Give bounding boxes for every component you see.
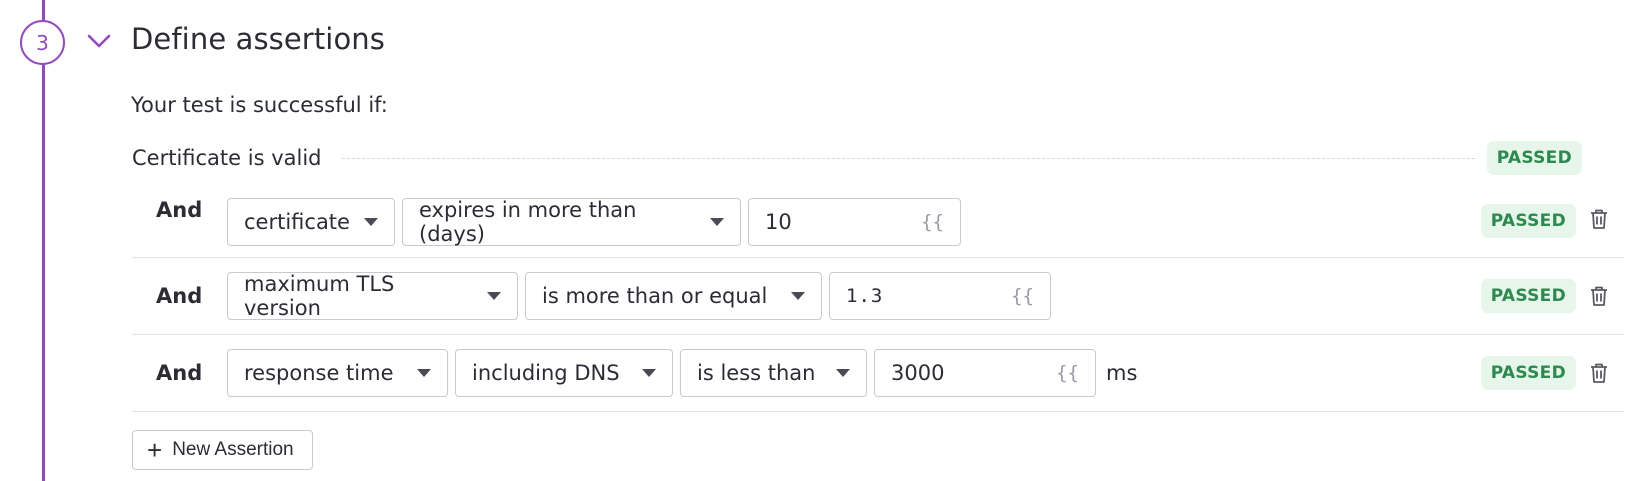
- caret-down-icon: [642, 369, 656, 377]
- caret-down-icon: [791, 292, 805, 300]
- caret-down-icon: [836, 369, 850, 377]
- new-assertion-label: New Assertion: [172, 439, 294, 460]
- field-select[interactable]: certificate: [227, 198, 395, 246]
- value-input-text: 1.3: [846, 285, 884, 307]
- assertion-row: And response time including DNS is less …: [132, 335, 1624, 412]
- assertion-list: And certificate expires in more than (da…: [132, 188, 1624, 412]
- caret-down-icon: [364, 218, 378, 226]
- subfield-select-value: including DNS: [472, 361, 620, 385]
- intro-text: Your test is successful if:: [131, 93, 388, 117]
- trash-icon[interactable]: [1584, 281, 1614, 311]
- operator-select[interactable]: is more than or equal: [525, 272, 822, 320]
- status-badge: PASSED: [1480, 356, 1576, 390]
- step-number-badge: 3: [20, 20, 65, 65]
- status-badge: PASSED: [1480, 279, 1576, 313]
- field-select[interactable]: response time: [227, 349, 448, 397]
- caret-down-icon: [710, 218, 724, 226]
- operator-select[interactable]: is less than: [680, 349, 867, 397]
- value-input-text: 3000: [891, 361, 945, 385]
- caret-down-icon: [487, 292, 501, 300]
- dotted-divider: [341, 157, 1475, 159]
- value-input[interactable]: 10 {{: [748, 198, 961, 246]
- field-select-value: certificate: [244, 210, 350, 234]
- caret-down-icon: [417, 369, 431, 377]
- operator-select-value: is more than or equal: [542, 284, 768, 308]
- template-variable-icon[interactable]: {{: [1056, 362, 1079, 384]
- operator-select[interactable]: expires in more than (days): [402, 198, 741, 246]
- conjunction-label: And: [156, 284, 203, 308]
- operator-select-value: is less than: [697, 361, 816, 385]
- certificate-valid-row: Certificate is valid PASSED: [132, 140, 1582, 176]
- trash-icon[interactable]: [1584, 204, 1614, 234]
- value-input[interactable]: 3000 {{: [874, 349, 1096, 397]
- value-input-text: 10: [765, 210, 792, 234]
- conjunction-label: And: [156, 198, 203, 222]
- step-timeline: [42, 0, 45, 481]
- status-badge: PASSED: [1486, 141, 1582, 175]
- trash-icon[interactable]: [1584, 358, 1614, 388]
- template-variable-icon[interactable]: {{: [1011, 285, 1034, 307]
- new-assertion-button[interactable]: + New Assertion: [132, 430, 313, 470]
- assertion-row: And maximum TLS version is more than or …: [132, 258, 1624, 335]
- template-variable-icon[interactable]: {{: [921, 211, 944, 233]
- subfield-select[interactable]: including DNS: [455, 349, 673, 397]
- status-badge: PASSED: [1480, 204, 1576, 238]
- field-select-value: maximum TLS version: [244, 272, 395, 320]
- value-input[interactable]: 1.3 {{: [829, 272, 1051, 320]
- section-title: Define assertions: [131, 22, 385, 56]
- assertion-row: And certificate expires in more than (da…: [132, 188, 1624, 258]
- field-select[interactable]: maximum TLS version: [227, 272, 518, 320]
- field-select-value: response time: [244, 361, 394, 385]
- plus-icon: +: [147, 435, 163, 465]
- unit-label: ms: [1106, 361, 1138, 385]
- conjunction-label: And: [156, 361, 203, 385]
- chevron-down-icon[interactable]: [86, 30, 112, 52]
- operator-select-value: expires in more than (days): [419, 198, 637, 246]
- certificate-valid-label: Certificate is valid: [132, 146, 322, 170]
